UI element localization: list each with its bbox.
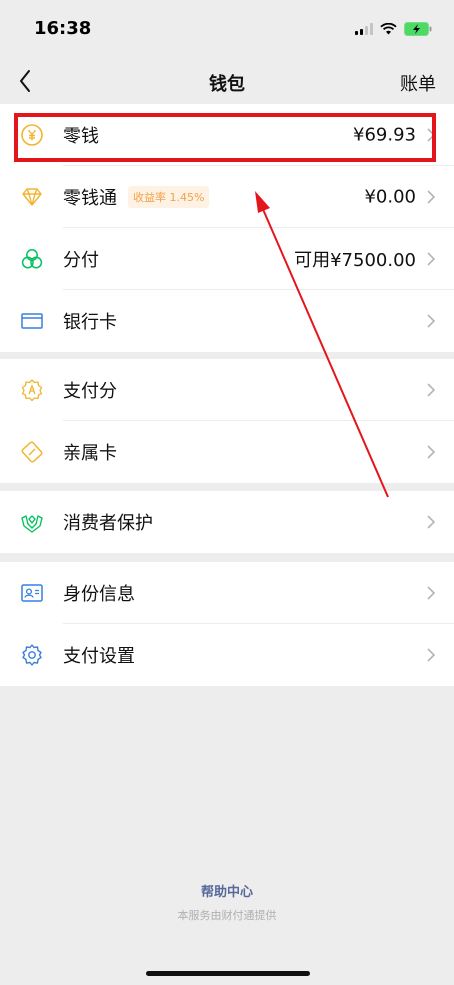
row-label: 支付设置 [63, 646, 135, 667]
list-row-consumer-protection[interactable]: 消费者保护 [0, 491, 454, 553]
wallet-group-protection: 消费者保护 [0, 491, 454, 553]
chevron-right-icon [427, 586, 436, 600]
chevron-right-icon [427, 648, 436, 662]
list-row-change-plus[interactable]: 零钱通 收益率 1.45% ¥0.00 [0, 166, 454, 228]
battery-charging-icon [404, 22, 432, 36]
wallet-group-balance: 零钱 ¥69.93 零钱通 收益率 1.45% ¥0.00 分付 可用¥7500… [0, 104, 454, 352]
chevron-right-icon [427, 128, 436, 142]
diamond-icon [22, 188, 42, 206]
rings-icon [21, 249, 43, 269]
chevron-right-icon [427, 383, 436, 397]
list-row-installment[interactable]: 分付 可用¥7500.00 [0, 228, 454, 290]
row-value: ¥0.00 [364, 186, 416, 208]
wallet-group-settings: 身份信息 支付设置 [0, 562, 454, 686]
settings-gear-icon [22, 644, 42, 666]
status-bar: 16:38 [0, 0, 454, 56]
bill-button[interactable]: 账单 [400, 70, 436, 96]
home-indicator[interactable] [146, 971, 310, 976]
row-label: 分付 [63, 250, 99, 271]
row-label: 零钱 [63, 126, 99, 147]
row-label: 亲属卡 [63, 443, 117, 464]
help-center-link[interactable]: 帮助中心 [0, 881, 454, 900]
yield-rate-badge: 收益率 1.45% [128, 186, 210, 208]
row-value: 可用¥7500.00 [294, 250, 416, 271]
list-row-family-card[interactable]: 亲属卡 [0, 421, 454, 483]
row-label: 零钱通 [63, 188, 117, 209]
chevron-right-icon [427, 515, 436, 529]
list-row-change[interactable]: 零钱 ¥69.93 [0, 104, 454, 166]
family-card-icon [21, 441, 43, 463]
badge-score-icon [21, 379, 43, 402]
row-label: 消费者保护 [63, 513, 153, 534]
wifi-icon [380, 23, 397, 35]
wallet-group-credit: 支付分 亲属卡 [0, 359, 454, 483]
cellular-signal-icon [355, 23, 373, 35]
provider-note: 本服务由财付通提供 [177, 909, 277, 922]
list-row-identity-info[interactable]: 身份信息 [0, 562, 454, 624]
nav-bar: 钱包 账单 [0, 58, 454, 104]
page-title: 钱包 [209, 74, 245, 95]
id-card-icon [21, 584, 43, 602]
shield-hands-icon [21, 515, 43, 533]
status-icons [355, 22, 432, 36]
chevron-right-icon [427, 314, 436, 328]
list-row-bank-card[interactable]: 银行卡 [0, 290, 454, 352]
chevron-right-icon [427, 252, 436, 266]
row-label: 银行卡 [63, 312, 117, 333]
coin-icon [21, 124, 43, 146]
list-row-pay-score[interactable]: 支付分 [0, 359, 454, 421]
chevron-right-icon [427, 190, 436, 204]
card-icon [21, 313, 43, 329]
chevron-right-icon [427, 445, 436, 459]
row-label: 支付分 [63, 381, 117, 402]
status-time: 16:38 [34, 18, 92, 39]
row-label: 身份信息 [63, 584, 135, 605]
list-row-payment-settings[interactable]: 支付设置 [0, 624, 454, 686]
row-value: ¥69.93 [353, 124, 416, 146]
